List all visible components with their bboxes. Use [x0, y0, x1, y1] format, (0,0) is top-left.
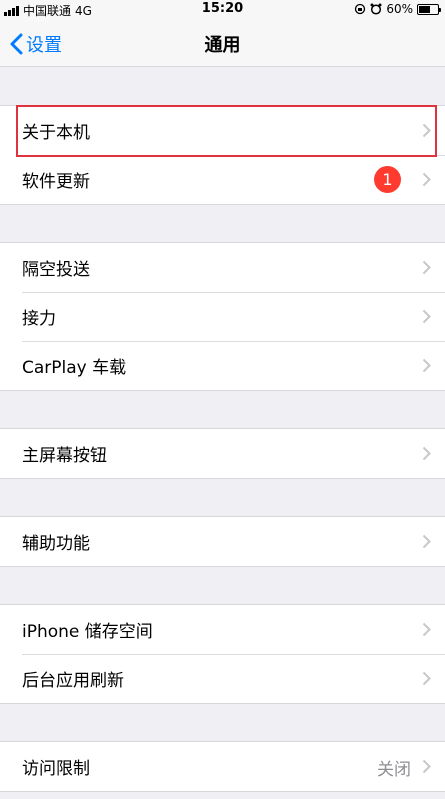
row-background-refresh[interactable]: 后台应用刷新	[0, 654, 445, 703]
orientation-lock-icon	[355, 3, 366, 15]
status-bar: 中国联通 4G 15:20 60%	[0, 0, 445, 18]
chevron-right-icon	[422, 358, 431, 373]
row-airdrop-label: 隔空投送	[22, 260, 90, 280]
page-title: 通用	[204, 35, 241, 56]
row-about-label: 关于本机	[22, 123, 90, 143]
row-iphone-storage[interactable]: iPhone 储存空间	[0, 605, 445, 654]
chevron-right-icon	[422, 622, 431, 637]
navigation-bar: 设置 通用	[0, 18, 445, 67]
chevron-right-icon	[422, 446, 431, 461]
row-home-button[interactable]: 主屏幕按钮	[0, 429, 445, 478]
row-about[interactable]: 关于本机	[0, 106, 445, 155]
row-handoff-label: 接力	[22, 309, 56, 329]
row-restrictions-label: 访问限制	[22, 759, 90, 779]
battery-percent: 60%	[386, 2, 413, 16]
chevron-right-icon	[422, 534, 431, 549]
row-handoff[interactable]: 接力	[0, 292, 445, 341]
group-about: 关于本机 软件更新 1	[0, 105, 445, 205]
chevron-right-icon	[422, 671, 431, 686]
chevron-right-icon	[422, 260, 431, 275]
chevron-right-icon	[422, 123, 431, 138]
row-carplay-label: CarPlay 车载	[22, 358, 127, 378]
row-airdrop[interactable]: 隔空投送	[0, 243, 445, 292]
group-continuity: 隔空投送 接力 CarPlay 车载	[0, 242, 445, 391]
group-home-button: 主屏幕按钮	[0, 428, 445, 479]
chevron-right-icon	[422, 759, 431, 774]
row-iphone-storage-label: iPhone 储存空间	[22, 622, 153, 642]
restrictions-value: 关闭	[377, 760, 411, 780]
row-software-update-label: 软件更新	[22, 172, 90, 192]
group-storage: iPhone 储存空间 后台应用刷新	[0, 604, 445, 704]
row-restrictions[interactable]: 访问限制 关闭	[0, 742, 445, 791]
group-accessibility: 辅助功能	[0, 516, 445, 567]
chevron-right-icon	[422, 309, 431, 324]
group-restrictions: 访问限制 关闭	[0, 741, 445, 792]
chevron-right-icon	[422, 172, 431, 187]
row-software-update[interactable]: 软件更新 1	[0, 155, 445, 204]
update-badge: 1	[374, 166, 401, 193]
row-background-refresh-label: 后台应用刷新	[22, 671, 124, 691]
battery-icon	[417, 3, 441, 15]
alarm-icon	[370, 3, 382, 15]
row-accessibility-label: 辅助功能	[22, 534, 90, 554]
row-accessibility[interactable]: 辅助功能	[0, 517, 445, 566]
status-right: 60%	[354, 2, 441, 16]
row-carplay[interactable]: CarPlay 车载	[0, 341, 445, 390]
row-home-button-label: 主屏幕按钮	[22, 446, 107, 466]
